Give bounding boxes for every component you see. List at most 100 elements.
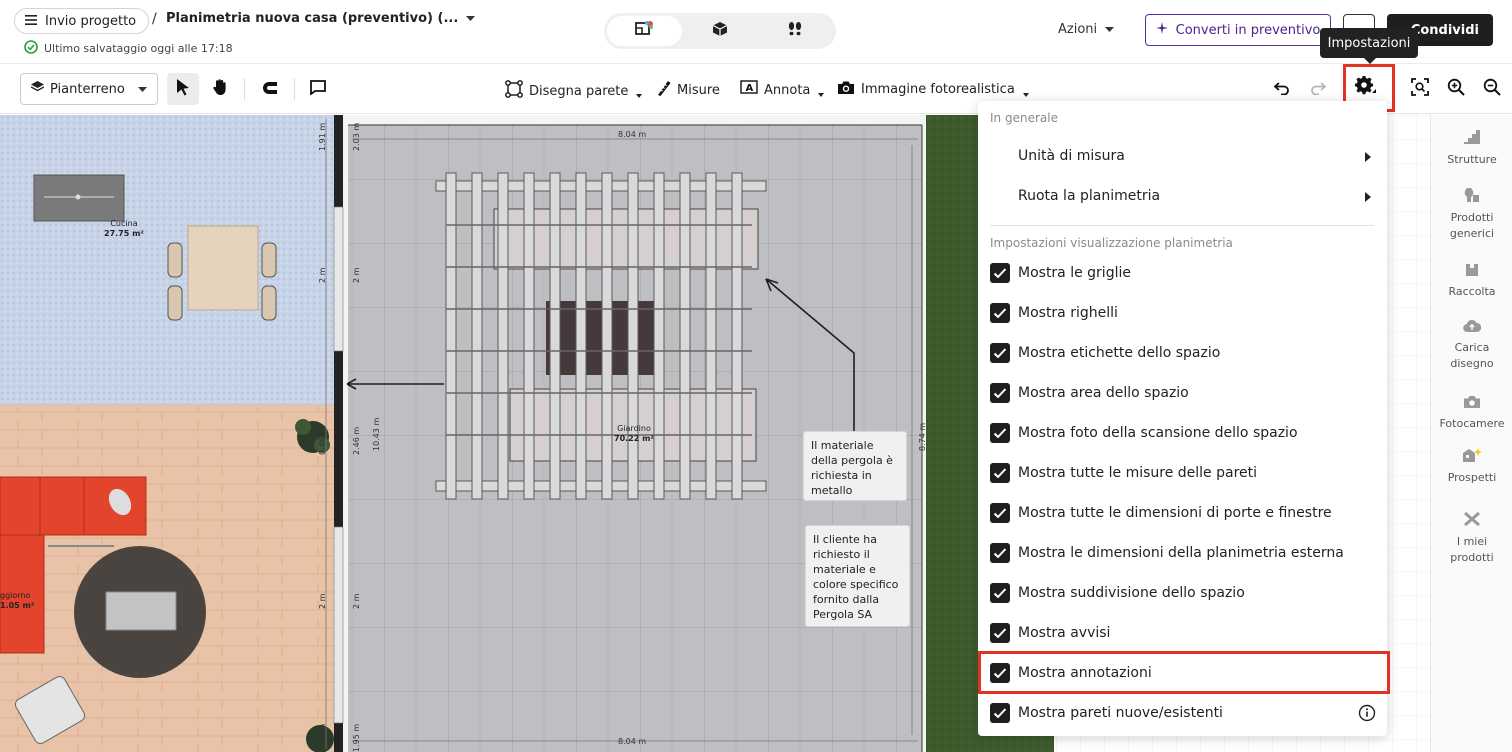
products-icon <box>1431 187 1512 208</box>
actions-menu[interactable]: Azioni <box>1058 22 1115 37</box>
save-status: Ultimo salvataggio oggi alle 17:18 <box>24 40 233 57</box>
magnet-icon <box>261 80 279 99</box>
room-name: Cucina <box>110 219 138 228</box>
annotation-note[interactable]: Il cliente ha richiesto il materiale e c… <box>805 525 910 627</box>
footsteps-icon <box>786 20 804 42</box>
dimension-right-total: 8.74 m <box>918 422 927 451</box>
checkbox-checked-icon <box>990 703 1010 723</box>
view-switcher <box>604 13 836 49</box>
back-button[interactable]: Invio progetto <box>14 8 150 34</box>
floor-selector[interactable]: Pianterreno <box>20 73 158 105</box>
undo-icon <box>1273 80 1290 99</box>
panel-item-label: Raccolta <box>1448 285 1496 298</box>
panel-item-cameras[interactable]: Fotocamere <box>1431 395 1512 432</box>
tools-icon <box>1431 511 1512 532</box>
toggle-label: Mostra suddivisione dello spazio <box>1018 585 1245 601</box>
toggle-label: Mostra foto della scansione dello spazio <box>1018 425 1298 441</box>
toggle-label: Mostra righelli <box>1018 305 1118 321</box>
measures-tool[interactable]: Misure <box>655 80 720 100</box>
ruler-icon <box>655 80 671 100</box>
view-2d-button[interactable] <box>607 16 682 46</box>
dimension-segment: 2 m <box>318 267 327 283</box>
layers-icon <box>30 81 45 97</box>
comment-icon <box>309 79 327 99</box>
dropdown-caret-icon <box>636 94 643 98</box>
checkbox-checked-icon <box>990 463 1010 483</box>
panel-item-upload-drawing[interactable]: Carica disegno <box>1431 319 1512 372</box>
toggle-show-space-labels[interactable]: Mostra etichette dello spazio <box>990 333 1380 373</box>
panel-item-structures[interactable]: Strutture <box>1431 129 1512 168</box>
zoom-in-button[interactable] <box>1440 73 1472 105</box>
view-walk-button[interactable] <box>757 16 832 46</box>
toggle-show-door-window-dimensions[interactable]: Mostra tutte le dimensioni di porte e fi… <box>990 493 1380 533</box>
room-label-garden: Giardino 70.22 m² <box>614 424 654 444</box>
toggle-label: Mostra avvisi <box>1018 625 1111 641</box>
cube-icon <box>711 20 729 42</box>
toggle-show-rulers[interactable]: Mostra righelli <box>990 293 1380 333</box>
dimension-segment: 2.03 m <box>352 122 361 151</box>
toggle-show-outer-dimensions[interactable]: Mostra le dimensioni della planimetria e… <box>990 533 1380 573</box>
select-tool-button[interactable] <box>167 73 199 105</box>
focus-icon <box>1411 78 1429 100</box>
toggle-show-new-existing-walls[interactable]: Mostra pareti nuove/esistenti <box>990 693 1380 733</box>
panel-item-my-products[interactable]: I miei prodotti <box>1431 511 1512 566</box>
fit-view-button[interactable] <box>1404 73 1436 105</box>
dimension-segment: 2 m <box>318 593 327 609</box>
hand-icon <box>211 78 229 100</box>
toggle-show-scan-photo[interactable]: Mostra foto della scansione dello spazio <box>990 413 1380 453</box>
menu-item-rotate[interactable]: Ruota la planimetria <box>1018 188 1160 204</box>
menu-icon <box>25 14 37 29</box>
panel-item-elevations[interactable]: Prospetti <box>1431 447 1512 486</box>
annotate-tool[interactable]: A Annota <box>740 80 825 100</box>
toggle-show-warnings[interactable]: Mostra avvisi <box>990 613 1380 653</box>
chevron-down-icon <box>466 11 476 26</box>
elevation-icon <box>1431 447 1512 468</box>
actions-label: Azioni <box>1058 22 1098 37</box>
panel-item-label: I miei prodotti <box>1450 535 1494 564</box>
menu-item-units[interactable]: Unità di misura <box>1018 148 1125 164</box>
toggle-show-grids[interactable]: Mostra le griglie <box>990 253 1380 293</box>
annotate-label: Annota <box>764 82 811 98</box>
floor-label: Pianterreno <box>50 81 125 97</box>
info-icon[interactable] <box>1358 704 1376 726</box>
room-name: Giardino <box>617 424 651 433</box>
menu-section-view: Impostazioni visualizzazione planimetria <box>990 236 1233 250</box>
checkbox-checked-icon <box>990 583 1010 603</box>
dimension-segment: 1.91 m <box>318 122 327 151</box>
draw-wall-tool[interactable]: Disegna parete <box>505 80 643 102</box>
magnet-tool-button[interactable] <box>254 73 286 105</box>
view-3d-button[interactable] <box>682 16 757 46</box>
toggle-show-wall-measures[interactable]: Mostra tutte le misure delle pareti <box>990 453 1380 493</box>
chevron-down-icon <box>1105 22 1115 37</box>
settings-menu: In generale Unità di misura Ruota la pla… <box>978 101 1387 736</box>
panel-item-collection[interactable]: Raccolta <box>1431 261 1512 300</box>
toggle-label: Mostra area dello spazio <box>1018 385 1189 401</box>
camera-icon <box>1431 395 1512 414</box>
menu-divider <box>990 225 1374 226</box>
pointer-icon <box>175 78 191 100</box>
panel-item-generic-products[interactable]: Prodotti generici <box>1431 187 1512 242</box>
convert-to-quote-button[interactable]: Converti in preventivo <box>1145 14 1331 46</box>
dimension-bottom: 8.04 m <box>618 737 647 746</box>
room-area: 70.22 m² <box>614 434 654 443</box>
toggle-show-space-area[interactable]: Mostra area dello spazio <box>990 373 1380 413</box>
photorealistic-label: Immagine fotorealistica <box>861 82 1015 97</box>
toggle-show-space-subdivision[interactable]: Mostra suddivisione dello spazio <box>990 573 1380 613</box>
svg-text:A: A <box>746 83 754 94</box>
pan-tool-button[interactable] <box>204 73 236 105</box>
menu-item-label: Unità di misura <box>1018 148 1125 164</box>
camera-icon <box>837 80 855 99</box>
zoom-out-button[interactable] <box>1476 73 1508 105</box>
dimension-segment: 0.46 m <box>318 426 327 455</box>
comment-tool-button[interactable] <box>302 73 334 105</box>
panel-item-label: Prodotti generici <box>1449 211 1495 240</box>
floorplan-2d-icon <box>634 20 656 42</box>
dropdown-caret-icon <box>1022 92 1029 97</box>
photorealistic-tool[interactable]: Immagine fotorealistica <box>837 80 1029 99</box>
room-name: ggiorno <box>0 591 31 600</box>
menu-section-general: In generale <box>990 111 1058 125</box>
annotation-note[interactable]: Il materiale della pergola è richiesta i… <box>803 431 907 501</box>
app-header: Invio progetto / Planimetria nuova casa … <box>0 0 1512 64</box>
stairs-icon <box>1431 129 1512 150</box>
project-title[interactable]: Planimetria nuova casa (preventivo) (... <box>166 11 476 26</box>
